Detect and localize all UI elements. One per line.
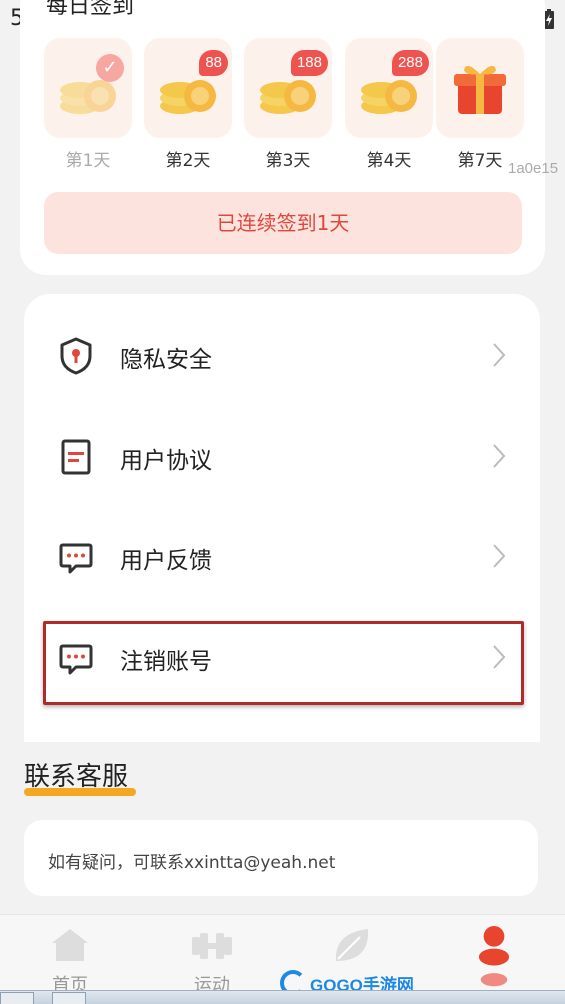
signin-day-2[interactable]: 88 第2天 [144, 38, 232, 171]
overflow-text: 1a0e15 [508, 160, 559, 177]
signin-title: 每日签到 [46, 0, 135, 19]
day-label: 第1天 [65, 151, 111, 171]
menu-item-feedback[interactable]: 用户反馈 [24, 507, 540, 607]
signin-card: ✓ 第1天 88 第2天 188 第3天 288 第4天 第7天 已连续签到1天 [20, 0, 545, 275]
signin-days: ✓ 第1天 88 第2天 188 第3天 288 第4天 第7天 [44, 38, 524, 178]
signin-day-7[interactable]: 第7天 [436, 38, 524, 171]
menu-label: 用户协议 [120, 448, 212, 474]
signin-day-4[interactable]: 288 第4天 [345, 38, 433, 171]
message-icon [59, 543, 93, 574]
menu-label: 隐私安全 [120, 347, 212, 373]
reward-badge: 288 [391, 50, 429, 76]
taskbar-button[interactable] [0, 992, 34, 1004]
shield-icon [60, 337, 92, 375]
taskbar-button[interactable] [52, 992, 86, 1004]
document-icon [61, 439, 91, 475]
day-label: 第4天 [366, 151, 412, 171]
contact-text: 如有疑问，可联系xxintta@yeah.net [48, 853, 336, 873]
streak-banner: 已连续签到1天 [44, 192, 522, 254]
reward-badge: 188 [290, 50, 328, 76]
profile-icon [478, 925, 510, 987]
reward-badge: 88 [199, 50, 228, 76]
home-icon [52, 929, 88, 961]
chevron-right-icon [493, 444, 506, 468]
signin-day-1[interactable]: ✓ 第1天 [44, 38, 132, 171]
menu-label: 用户反馈 [120, 548, 212, 574]
section-title: 联系客服 [24, 762, 129, 792]
highlight-annotation [43, 621, 524, 705]
menu-item-privacy[interactable]: 隐私安全 [24, 306, 540, 406]
chevron-right-icon [493, 343, 506, 367]
gift-icon [454, 65, 506, 114]
day-label: 第2天 [165, 151, 211, 171]
menu-item-agreement[interactable]: 用户协议 [24, 407, 540, 507]
contact-card: 如有疑问，可联系xxintta@yeah.net [24, 820, 538, 896]
day-label: 第3天 [265, 151, 311, 171]
checked-icon: ✓ [96, 54, 124, 82]
signin-day-3[interactable]: 188 第3天 [244, 38, 332, 171]
chevron-right-icon [493, 544, 506, 568]
host-taskbar [0, 990, 565, 1004]
dumbbell-icon [192, 933, 232, 959]
leaf-icon [335, 929, 369, 961]
